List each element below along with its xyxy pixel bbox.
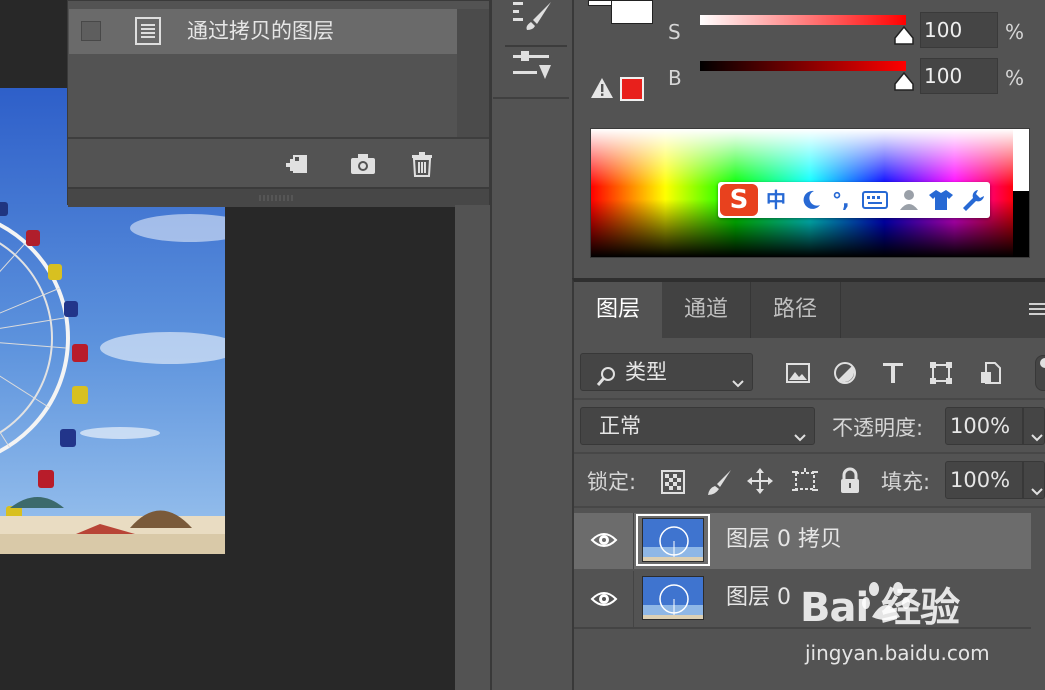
history-panel: 通过拷贝的图层 (67, 0, 490, 207)
user-icon[interactable] (898, 188, 924, 214)
lock-label: 锁定: (587, 470, 637, 494)
layer-name[interactable]: 图层 0 (726, 583, 791, 613)
foreground-color-swatch[interactable] (588, 0, 612, 6)
visibility-toggle[interactable] (574, 571, 634, 627)
moon-icon[interactable] (800, 188, 822, 212)
divider (1022, 408, 1024, 444)
divider (68, 137, 489, 139)
keyboard-icon[interactable] (862, 190, 888, 210)
eye-icon (590, 592, 618, 606)
watermark-url: jingyan.baidu.com (805, 641, 990, 665)
ime-language-toggle[interactable]: 中 (766, 187, 786, 213)
divider (1022, 462, 1024, 498)
wrench-icon[interactable] (960, 188, 986, 214)
visibility-toggle[interactable] (574, 513, 634, 569)
fill-input[interactable]: 100% (945, 461, 1045, 499)
saturation-percent: % (1005, 20, 1025, 44)
ime-toolbar[interactable]: S 中 °, (718, 182, 990, 218)
tab-paths[interactable]: 路径 (750, 282, 841, 338)
filter-kind-label: 类型 (625, 360, 667, 384)
brightness-slider[interactable] (700, 61, 906, 71)
snapshot-camera-icon[interactable] (348, 149, 378, 179)
eye-icon (590, 533, 618, 547)
saturation-slider-thumb[interactable] (893, 25, 915, 46)
saturation-label: S (668, 20, 681, 44)
history-snapshot-checkbox[interactable] (81, 21, 101, 41)
filter-type-layers-icon[interactable] (880, 360, 906, 386)
tab-layers[interactable]: 图层 (574, 282, 662, 338)
baidu-jingyan-watermark: Bai 经验 jingyan.baidu.com (800, 575, 1045, 675)
brightness-percent: % (1005, 66, 1025, 90)
trash-icon[interactable] (407, 149, 437, 179)
panel-resize-handle[interactable] (68, 187, 489, 207)
saturation-slider[interactable] (700, 15, 906, 25)
divider (493, 97, 569, 99)
chevron-down-icon (793, 420, 807, 442)
toggle-knob (1040, 358, 1045, 368)
lock-image-pixels-brush-icon[interactable] (705, 468, 733, 496)
history-state-label: 通过拷贝的图层 (187, 19, 334, 43)
ime-punctuation-toggle[interactable]: °, (832, 187, 850, 213)
fill-label: 填充: (881, 470, 931, 494)
filter-smart-objects-icon[interactable] (978, 360, 1004, 386)
filter-shape-layers-icon[interactable] (928, 360, 954, 386)
brightness-value-input[interactable]: 100 (920, 58, 998, 94)
tab-channels[interactable]: 通道 (662, 282, 751, 338)
chevron-down-icon (731, 366, 745, 388)
blend-mode-value: 正常 (599, 414, 641, 438)
out-of-gamut-warning-icon[interactable] (590, 77, 614, 99)
lock-all-padlock-icon[interactable] (838, 467, 862, 495)
spectrum-white-swatch[interactable] (1013, 129, 1029, 191)
panel-menu-icon[interactable] (1027, 300, 1045, 318)
paw-icon (862, 579, 910, 623)
divider (574, 398, 1045, 400)
chevron-down-icon[interactable] (1030, 420, 1044, 442)
opacity-input[interactable]: 100% (945, 407, 1045, 445)
panel-icon-column (490, 0, 572, 690)
layer-row-selected[interactable]: 图层 0 拷贝 (574, 513, 1031, 569)
lock-transparent-pixels-icon[interactable] (661, 470, 685, 494)
lock-position-move-icon[interactable] (746, 467, 774, 495)
layer-name[interactable]: 图层 0 拷贝 (726, 525, 842, 555)
divider (574, 506, 1045, 508)
opacity-label: 不透明度: (832, 416, 924, 440)
opacity-value: 100% (950, 414, 1011, 438)
document-icon (135, 17, 161, 45)
filter-toggle-switch[interactable] (1035, 355, 1045, 391)
layer-thumbnail[interactable] (642, 576, 704, 620)
fill-value: 100% (950, 468, 1011, 492)
brush-presets-icon[interactable] (509, 0, 555, 32)
filter-pixel-layers-icon[interactable] (785, 360, 811, 386)
layer-filter-kind-dropdown[interactable]: 类型 (580, 353, 753, 391)
blend-mode-dropdown[interactable]: 正常 (580, 407, 815, 445)
divider (505, 45, 567, 47)
history-scrollbar[interactable] (457, 9, 489, 137)
filter-adjustment-layers-icon[interactable] (832, 360, 858, 386)
lock-artboard-icon[interactable] (790, 467, 820, 495)
new-document-from-state-icon[interactable] (282, 149, 312, 179)
saturation-value-input[interactable]: 100 (920, 12, 998, 48)
sogou-logo-icon[interactable]: S (720, 184, 758, 216)
divider (574, 452, 1045, 454)
adjustments-sliders-icon[interactable] (509, 49, 555, 85)
gamut-color-swatch[interactable] (620, 77, 644, 101)
background-color-swatch[interactable] (611, 0, 653, 24)
spectrum-black-swatch[interactable] (1013, 191, 1029, 257)
panel-dock-strip (455, 205, 490, 690)
search-icon (595, 363, 617, 386)
brightness-slider-thumb[interactable] (893, 71, 915, 92)
history-state-row[interactable]: 通过拷贝的图层 (69, 9, 458, 54)
skin-shirt-icon[interactable] (928, 188, 954, 212)
brightness-label: B (668, 66, 682, 90)
chevron-down-icon[interactable] (1030, 474, 1044, 496)
layer-thumbnail[interactable] (642, 518, 704, 562)
